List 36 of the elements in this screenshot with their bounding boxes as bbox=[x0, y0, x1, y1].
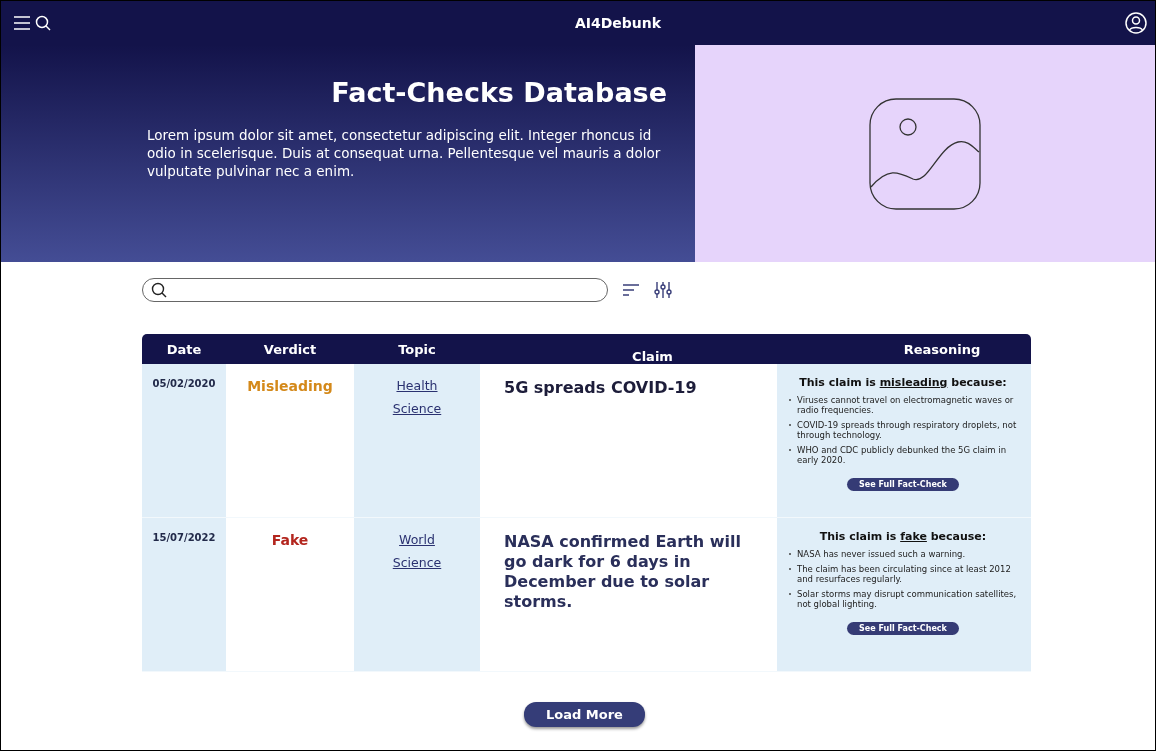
search-icon[interactable] bbox=[35, 15, 51, 31]
image-icon bbox=[868, 96, 982, 211]
date-text: 15/07/2022 bbox=[152, 532, 216, 543]
page-title: Fact-Checks Database bbox=[331, 77, 667, 108]
column-header: Reasoning bbox=[902, 341, 982, 357]
reasoning-heading: This claim is fake because: bbox=[818, 530, 988, 543]
topic-link[interactable]: Health bbox=[396, 378, 438, 393]
topic-link[interactable]: World bbox=[399, 532, 435, 547]
verdict-label: Misleading bbox=[247, 378, 333, 394]
reason-point: Solar storms may disrupt communication satellites, not global lighting. bbox=[797, 589, 1017, 609]
brand-name[interactable]: AI4Debunk bbox=[574, 15, 662, 31]
user-icon[interactable] bbox=[1125, 12, 1147, 34]
see-full-fact-check-button[interactable]: See Full Fact-Check bbox=[847, 622, 959, 635]
claim-text: NASA confirmed Earth will go dark for 6 days in December due to solar storms. bbox=[504, 532, 742, 612]
column-header: Claim bbox=[631, 347, 674, 364]
search-icon bbox=[151, 282, 167, 298]
load-more-button[interactable]: Load More bbox=[524, 702, 645, 727]
menu-icon[interactable] bbox=[13, 15, 31, 31]
reason-point: NASA has never issued such a warning. bbox=[797, 549, 966, 559]
topic-link[interactable]: Science bbox=[392, 555, 442, 570]
sort-icon[interactable] bbox=[622, 283, 640, 297]
topic-link[interactable]: Science bbox=[392, 401, 442, 416]
reason-point: Viruses cannot travel on electromagnetic waves or radio frequencies. bbox=[797, 395, 1015, 415]
verdict-label: Fake bbox=[271, 532, 309, 548]
intro-text: Lorem ipsum dolor sit amet, consectetur adipiscing elit. Integer rhoncus id odio in scelerisque. Duis at consequat urna. Pellentesque vel mauris a dolor vulputate pulvinar nec a enim. bbox=[147, 126, 662, 180]
date-text: 05/02/2020 bbox=[152, 378, 216, 389]
claim-text: 5G spreads COVID-19 bbox=[504, 378, 697, 398]
see-full-fact-check-button[interactable]: See Full Fact-Check bbox=[847, 478, 959, 491]
column-header: Date bbox=[165, 341, 203, 357]
column-header: Verdict bbox=[262, 341, 318, 357]
reason-point: The claim has been circulating since at least 2012 and resurfaces regularly. bbox=[797, 564, 1012, 584]
filter-icon[interactable] bbox=[654, 281, 672, 299]
reasoning-heading: This claim is misleading because: bbox=[798, 376, 1008, 389]
column-header: Topic bbox=[397, 341, 437, 357]
reason-point: COVID-19 spreads through respiratory droplets, not through technology. bbox=[797, 420, 1017, 440]
reason-point: WHO and CDC publicly debunked the 5G claim in early 2020. bbox=[797, 445, 1008, 465]
